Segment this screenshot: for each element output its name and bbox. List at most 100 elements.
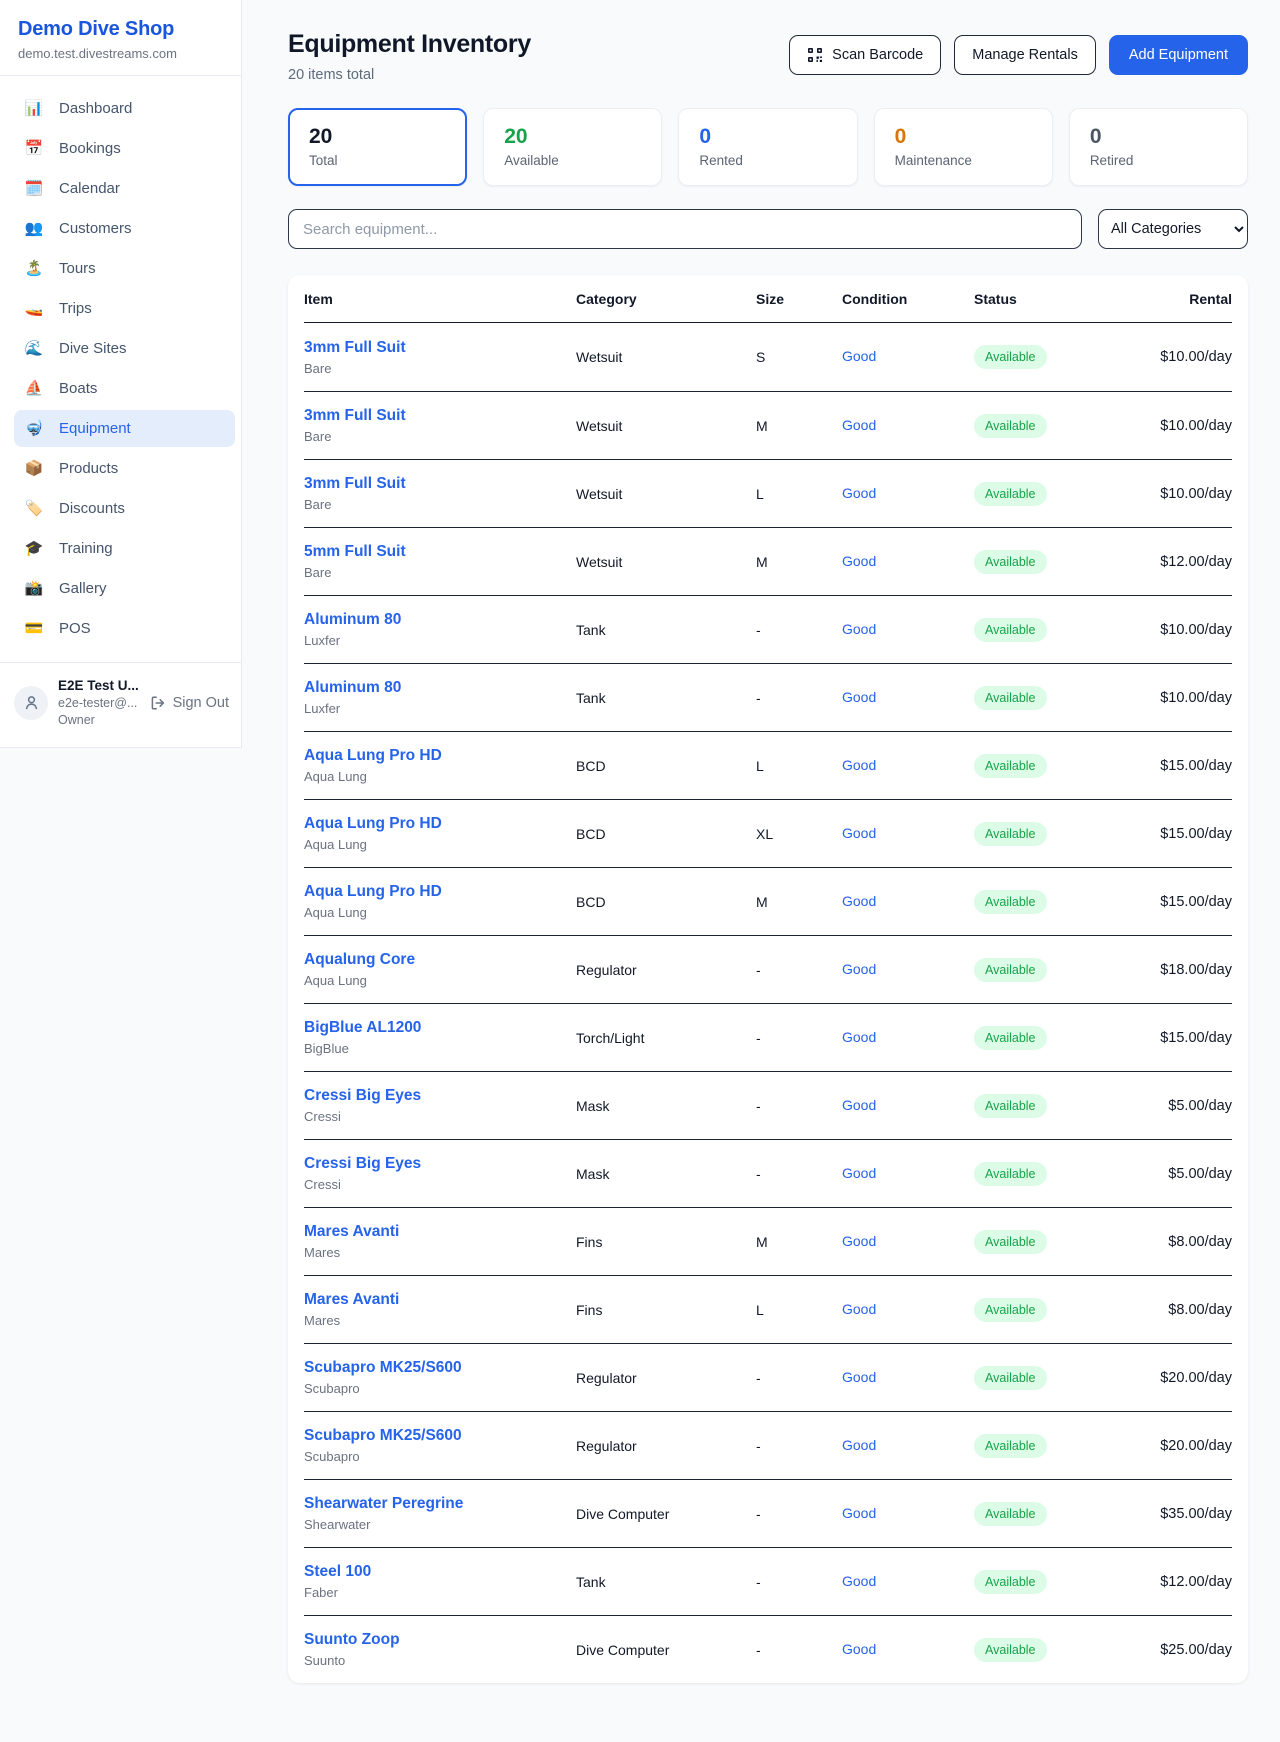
item-condition-link[interactable]: Good [842,348,876,364]
header-actions: Scan Barcode Manage Rentals Add Equipmen… [789,35,1248,75]
sidebar-item-customers[interactable]: 👥 Customers [14,210,235,247]
item-name-link[interactable]: 3mm Full Suit [304,475,406,492]
item-condition-link[interactable]: Good [842,417,876,433]
item-name-link[interactable]: Suunto Zoop [304,1631,400,1648]
item-size: M [756,894,842,910]
item-cell: Aluminum 80 Luxfer [304,611,576,648]
scan-barcode-button[interactable]: Scan Barcode [789,35,941,75]
item-name-link[interactable]: Cressi Big Eyes [304,1155,421,1172]
sidebar-item-discounts[interactable]: 🏷️ Discounts [14,490,235,527]
stat-card-retired[interactable]: 0 Retired [1069,108,1248,186]
sidebar-item-bookings[interactable]: 📅 Bookings [14,130,235,167]
nav-item-icon: 🌊 [24,341,44,356]
table-row: 3mm Full Suit Bare Wetsuit M Good Availa… [304,391,1232,459]
table-row: Aqua Lung Pro HD Aqua Lung BCD M Good Av… [304,867,1232,935]
condition-cell: Good [842,1573,974,1591]
stat-card-rented[interactable]: 0 Rented [678,108,857,186]
item-name-link[interactable]: Cressi Big Eyes [304,1087,421,1104]
nav-item-icon: 🗓️ [24,181,44,196]
item-condition-link[interactable]: Good [842,893,876,909]
item-name-link[interactable]: Aqua Lung Pro HD [304,883,442,900]
item-condition-link[interactable]: Good [842,621,876,637]
item-name-link[interactable]: Mares Avanti [304,1291,399,1308]
sidebar-item-dive-sites[interactable]: 🌊 Dive Sites [14,330,235,367]
item-name-link[interactable]: Shearwater Peregrine [304,1495,463,1512]
item-size: L [756,1302,842,1318]
sidebar-item-dashboard[interactable]: 📊 Dashboard [14,90,235,127]
status-cell: Available [974,345,1114,369]
sidebar-item-training[interactable]: 🎓 Training [14,530,235,567]
stat-card-available[interactable]: 20 Available [483,108,662,186]
item-name-link[interactable]: 3mm Full Suit [304,339,406,356]
item-cell: 3mm Full Suit Bare [304,475,576,512]
item-name-link[interactable]: Scubapro MK25/S600 [304,1359,462,1376]
item-condition-link[interactable]: Good [842,485,876,501]
item-size: S [756,349,842,365]
item-condition-link[interactable]: Good [842,1029,876,1045]
sidebar-item-products[interactable]: 📦 Products [14,450,235,487]
item-size: - [756,1166,842,1182]
search-input[interactable] [288,209,1082,249]
item-cell: Aqua Lung Pro HD Aqua Lung [304,747,576,784]
item-condition-link[interactable]: Good [842,1505,876,1521]
stat-card-maintenance[interactable]: 0 Maintenance [874,108,1053,186]
item-cell: Shearwater Peregrine Shearwater [304,1495,576,1532]
stat-card-total[interactable]: 20 Total [288,108,467,186]
item-name-link[interactable]: Steel 100 [304,1563,371,1580]
item-category: Fins [576,1234,756,1250]
status-cell: Available [974,958,1114,982]
status-badge: Available [974,414,1047,438]
sidebar-item-tours[interactable]: 🏝️ Tours [14,250,235,287]
item-condition-link[interactable]: Good [842,553,876,569]
item-name-link[interactable]: Aluminum 80 [304,679,401,696]
item-category: Mask [576,1098,756,1114]
item-name-link[interactable]: 3mm Full Suit [304,407,406,424]
item-condition-link[interactable]: Good [842,825,876,841]
sign-out-button[interactable]: Sign Out [150,695,229,711]
item-condition-link[interactable]: Good [842,757,876,773]
manage-rentals-button[interactable]: Manage Rentals [954,35,1096,75]
condition-cell: Good [842,893,974,911]
item-category: Dive Computer [576,1642,756,1658]
item-condition-link[interactable]: Good [842,1641,876,1657]
item-condition-link[interactable]: Good [842,1369,876,1385]
sidebar-item-trips[interactable]: 🚤 Trips [14,290,235,327]
item-size: M [756,418,842,434]
item-name-link[interactable]: Aqualung Core [304,951,415,968]
item-name-link[interactable]: Aqua Lung Pro HD [304,747,442,764]
status-cell: Available [974,1570,1114,1594]
condition-cell: Good [842,553,974,571]
item-category: Torch/Light [576,1030,756,1046]
category-select[interactable]: All Categories [1098,209,1248,249]
item-condition-link[interactable]: Good [842,1165,876,1181]
item-condition-link[interactable]: Good [842,961,876,977]
stat-label: Retired [1090,153,1227,168]
item-condition-link[interactable]: Good [842,1437,876,1453]
item-rental: $10.00/day [1114,622,1232,638]
item-name-link[interactable]: Scubapro MK25/S600 [304,1427,462,1444]
user-meta: E2E Test U... e2e-tester@... Owner [58,677,139,729]
add-equipment-button[interactable]: Add Equipment [1109,35,1248,75]
item-size: XL [756,826,842,842]
item-condition-link[interactable]: Good [842,1573,876,1589]
sidebar-item-label: Trips [59,300,92,317]
sidebar-item-boats[interactable]: ⛵ Boats [14,370,235,407]
equipment-table: Item Category Size Condition Status Rent… [288,275,1248,1683]
item-name-link[interactable]: Aqua Lung Pro HD [304,815,442,832]
sidebar-item-label: Boats [59,380,97,397]
item-condition-link[interactable]: Good [842,1097,876,1113]
item-name-link[interactable]: Mares Avanti [304,1223,399,1240]
sidebar-item-equipment[interactable]: 🤿 Equipment [14,410,235,447]
sidebar-item-calendar[interactable]: 🗓️ Calendar [14,170,235,207]
item-condition-link[interactable]: Good [842,689,876,705]
item-condition-link[interactable]: Good [842,1301,876,1317]
item-name-link[interactable]: 5mm Full Suit [304,543,406,560]
table-row: Scubapro MK25/S600 Scubapro Regulator - … [304,1343,1232,1411]
sidebar-item-gallery[interactable]: 📸 Gallery [14,570,235,607]
item-name-link[interactable]: Aluminum 80 [304,611,401,628]
item-name-link[interactable]: BigBlue AL1200 [304,1019,421,1036]
sidebar-item-pos[interactable]: 💳 POS [14,610,235,647]
item-rental: $8.00/day [1114,1302,1232,1318]
item-condition-link[interactable]: Good [842,1233,876,1249]
page-header: Equipment Inventory 20 items total Scan … [288,30,1248,83]
